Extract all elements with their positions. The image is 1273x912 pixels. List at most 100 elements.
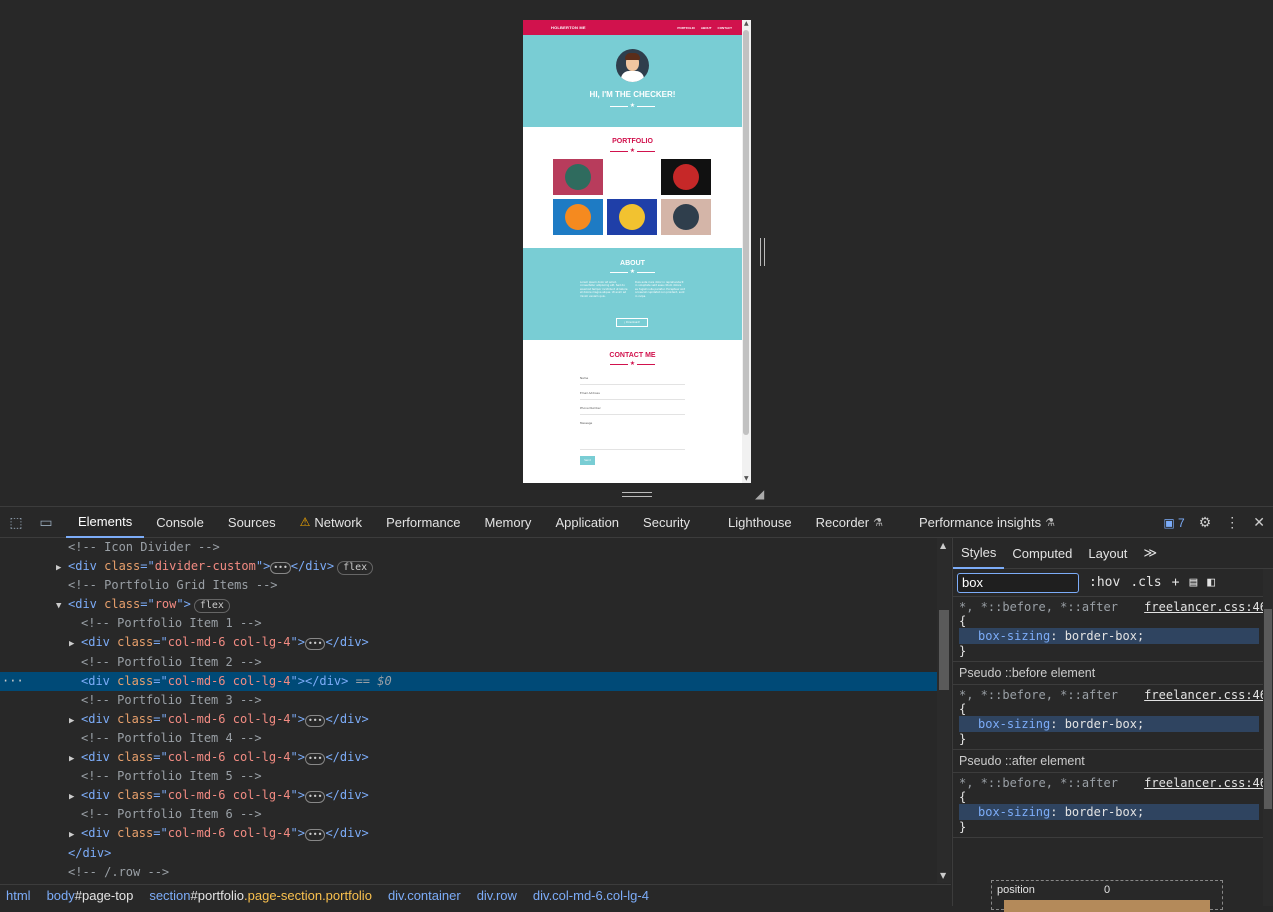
tab-recorder[interactable]: Recorder ⚗ [804,507,895,538]
tab-memory[interactable]: Memory [472,507,543,538]
email-field[interactable]: Email Address [580,391,685,400]
more-tabs-icon[interactable]: ≫ [1135,538,1165,569]
dom-node[interactable]: ▶ <div class="col-md-6 col-lg-4"> ••• </div… [0,748,937,767]
tab-sources[interactable]: Sources [216,507,288,538]
device-toolbar-icon[interactable]: ▭ [36,512,56,532]
elements-scrollbar[interactable]: ▲ ▼ [937,538,951,883]
name-field[interactable]: Name [580,376,685,385]
dom-comment[interactable]: <!-- Portfolio Item 2 --> [0,653,937,672]
styles-scrollbar[interactable] [1263,569,1273,906]
inspect-element-icon[interactable]: ⬚ [6,512,26,532]
cls-toggle[interactable]: .cls [1130,575,1161,590]
rule-source-link[interactable]: freelancer.css:46 [1144,600,1267,614]
issues-badge[interactable]: ▣ 7 [1163,516,1184,530]
star-icon: ★ [629,268,636,275]
sidebar-toggle-icon[interactable]: ◧ [1207,575,1215,590]
devtools-panel: ⬚ ▭ Elements Console Sources ⚠ Network Pe… [0,506,1273,912]
tab-computed[interactable]: Computed [1004,538,1080,569]
dom-node[interactable]: ▶ <div class="col-md-6 col-lg-4"> ••• </div… [0,786,937,805]
portfolio-item[interactable] [661,199,711,235]
css-declaration[interactable]: box-sizing: border-box; [959,628,1259,644]
brand-link[interactable]: HOLBERTON ME [551,25,586,30]
flask-icon: ⚗ [1045,516,1055,529]
portfolio-title: PORTFOLIO [612,138,653,145]
rule-selector: *, *::before, *::after [959,776,1118,790]
portfolio-item[interactable] [607,159,657,195]
closing-tag: </div> [325,635,369,650]
page-scrollbar[interactable]: ▲ ▼ [742,20,751,483]
submarine-icon [673,204,699,230]
dom-node[interactable]: ▼ <div class="row"> flex [0,595,937,614]
dom-comment[interactable]: <!-- /.row --> [0,863,937,882]
ellipsis-icon[interactable]: ••• [270,562,291,575]
dom-comment[interactable]: <!-- Portfolio Grid Items --> [0,576,937,595]
pseudo-element-header: Pseudo ::after element [953,750,1273,773]
nav-link-portfolio[interactable]: PORTFOLIO [677,26,695,30]
more-options-icon[interactable]: ⋮ [1225,514,1239,531]
css-declaration[interactable]: box-sizing: border-box; [959,716,1259,732]
tab-network[interactable]: ⚠ Network [288,507,374,538]
rule-source-link[interactable]: freelancer.css:46 [1144,688,1267,702]
breadcrumb-item[interactable]: div.row [477,888,517,903]
resize-handle-right[interactable] [760,238,765,266]
nav-link-about[interactable]: ABOUT [701,26,712,30]
send-button[interactable]: Send [580,456,595,465]
close-icon[interactable]: ✕ [1253,514,1265,531]
message-field[interactable]: Message [580,421,685,450]
dom-comment[interactable]: <!-- Portfolio Item 1 --> [0,614,937,633]
settings-gear-icon[interactable]: ⚙ [1199,514,1212,531]
dom-comment[interactable]: <!-- Portfolio Item 3 --> [0,691,937,710]
dom-comment[interactable]: <!-- Portfolio Item 6 --> [0,805,937,824]
tab-elements[interactable]: Elements [66,507,145,538]
dom-node[interactable]: ▶ <div class="divider-custom"> ••• </div> fl… [0,557,937,576]
breadcrumb-item[interactable]: div.container [388,888,461,903]
rule-source-link[interactable]: freelancer.css:46 [1144,776,1267,790]
nav-link-contact[interactable]: CONTACT [718,26,732,30]
css-declaration[interactable]: box-sizing: border-box; [959,804,1259,820]
css-rule: *, *::before, *::after freelancer.css:46{… [953,597,1273,662]
box-model-value[interactable]: 0 [1104,884,1110,896]
phone-field[interactable]: Phone Number [580,406,685,415]
tab-security[interactable]: Security [631,507,702,538]
download-button[interactable]: ⤓ Download! [616,318,648,327]
tab-layout[interactable]: Layout [1080,538,1135,569]
paint-icon[interactable]: ▤ [1189,575,1197,590]
flex-badge[interactable]: flex [193,599,230,614]
attr-name: class [117,826,154,841]
dom-comment[interactable]: <!-- Portfolio Item 4 --> [0,729,937,748]
hov-toggle[interactable]: :hov [1089,575,1120,590]
portfolio-item[interactable] [607,199,657,235]
ellipsis-icon[interactable]: ••• [304,791,326,804]
tab-styles[interactable]: Styles [953,538,1005,569]
breadcrumb-item[interactable]: div.col-md-6.col-lg-4 [533,888,649,903]
dom-node[interactable]: <div class="col-md-6 col-lg-4"></div> ==… [0,671,937,691]
dom-node[interactable]: ▶ <div class="col-md-6 col-lg-4"> ••• </div… [0,633,937,652]
resize-handle-corner[interactable]: ◢ [755,487,764,501]
styles-filter-input[interactable] [957,572,1079,593]
breadcrumb-item[interactable]: body#page-top [47,888,134,903]
breadcrumb-item[interactable]: html [6,888,31,903]
ellipsis-icon[interactable]: ••• [304,638,326,651]
dom-node[interactable]: ▶ <div class="col-md-6 col-lg-4"> ••• </div… [0,710,937,729]
tab-lighthouse[interactable]: Lighthouse [716,507,804,538]
dom-node[interactable]: </div> [0,844,937,863]
portfolio-item[interactable] [553,199,603,235]
ellipsis-icon[interactable]: ••• [304,753,326,766]
flex-badge[interactable]: flex [337,561,374,576]
star-icon: ★ [629,147,636,154]
tab-console[interactable]: Console [144,507,216,538]
portfolio-item[interactable] [661,159,711,195]
dom-comment[interactable]: <!-- Icon Divider --> [0,538,937,557]
dom-comment[interactable]: <!-- Portfolio Item 5 --> [0,767,937,786]
add-rule-icon[interactable]: + [1172,575,1180,590]
tab-performance[interactable]: Performance [374,507,472,538]
ellipsis-icon[interactable]: ••• [304,714,326,727]
resize-handle-bottom[interactable] [622,492,652,497]
ellipsis-icon[interactable]: ••• [304,829,326,842]
punct: "> [290,673,305,688]
tab-performance-insights[interactable]: Performance insights ⚗ [907,507,1067,538]
tab-application[interactable]: Application [543,507,631,538]
dom-node[interactable]: ▶ <div class="col-md-6 col-lg-4"> ••• </div… [0,824,937,843]
breadcrumb-item[interactable]: section#portfolio.page-section.portfolio [149,888,372,903]
portfolio-item[interactable] [553,159,603,195]
